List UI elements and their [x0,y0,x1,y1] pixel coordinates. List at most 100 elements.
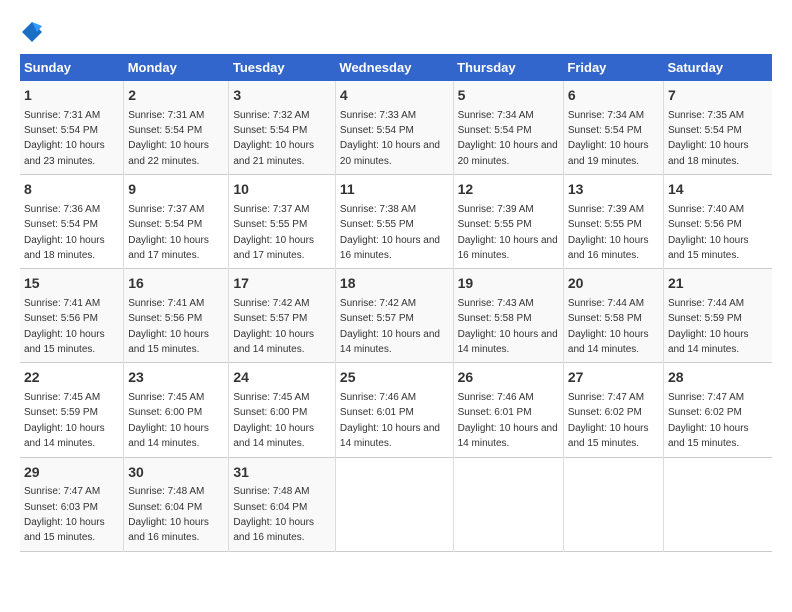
daylight-text: Daylight: 10 hours and 14 minutes. [458,423,558,449]
sunrise-text: Sunrise: 7:45 AM [24,392,100,403]
sunrise-text: Sunrise: 7:37 AM [128,204,204,215]
day-number: 20 [568,274,659,294]
weekday-header-tuesday: Tuesday [229,54,336,81]
day-number: 27 [568,368,659,388]
sunrise-text: Sunrise: 7:47 AM [24,486,100,497]
daylight-text: Daylight: 10 hours and 15 minutes. [568,423,649,449]
daylight-text: Daylight: 10 hours and 16 minutes. [340,235,440,261]
calendar-cell: 18 Sunrise: 7:42 AM Sunset: 5:57 PM Dayl… [335,269,453,363]
logo [20,20,48,44]
calendar-cell: 21 Sunrise: 7:44 AM Sunset: 5:59 PM Dayl… [663,269,772,363]
sunrise-text: Sunrise: 7:34 AM [568,110,644,121]
daylight-text: Daylight: 10 hours and 16 minutes. [458,235,558,261]
day-number: 22 [24,368,119,388]
day-number: 17 [233,274,331,294]
sunrise-text: Sunrise: 7:35 AM [668,110,744,121]
weekday-header-monday: Monday [124,54,229,81]
sunrise-text: Sunrise: 7:48 AM [128,486,204,497]
header [20,20,772,44]
sunrise-text: Sunrise: 7:41 AM [128,298,204,309]
day-number: 28 [668,368,768,388]
calendar-cell: 29 Sunrise: 7:47 AM Sunset: 6:03 PM Dayl… [20,457,124,551]
daylight-text: Daylight: 10 hours and 17 minutes. [233,235,314,261]
day-number: 14 [668,180,768,200]
day-number: 5 [458,86,559,106]
sunset-text: Sunset: 5:54 PM [668,125,742,136]
sunset-text: Sunset: 5:54 PM [24,219,98,230]
daylight-text: Daylight: 10 hours and 17 minutes. [128,235,209,261]
daylight-text: Daylight: 10 hours and 16 minutes. [568,235,649,261]
sunset-text: Sunset: 6:01 PM [458,407,532,418]
daylight-text: Daylight: 10 hours and 16 minutes. [128,517,209,543]
day-number: 7 [668,86,768,106]
calendar-cell: 6 Sunrise: 7:34 AM Sunset: 5:54 PM Dayli… [563,81,663,175]
calendar-cell: 7 Sunrise: 7:35 AM Sunset: 5:54 PM Dayli… [663,81,772,175]
day-number: 3 [233,86,331,106]
sunrise-text: Sunrise: 7:37 AM [233,204,309,215]
calendar-cell: 2 Sunrise: 7:31 AM Sunset: 5:54 PM Dayli… [124,81,229,175]
sunrise-text: Sunrise: 7:32 AM [233,110,309,121]
weekday-header-thursday: Thursday [453,54,563,81]
sunrise-text: Sunrise: 7:43 AM [458,298,534,309]
sunset-text: Sunset: 6:02 PM [668,407,742,418]
calendar-cell [563,457,663,551]
sunrise-text: Sunrise: 7:36 AM [24,204,100,215]
day-number: 29 [24,463,119,483]
calendar-cell: 4 Sunrise: 7:33 AM Sunset: 5:54 PM Dayli… [335,81,453,175]
sunset-text: Sunset: 5:54 PM [128,125,202,136]
daylight-text: Daylight: 10 hours and 14 minutes. [233,329,314,355]
day-number: 2 [128,86,224,106]
sunset-text: Sunset: 5:54 PM [24,125,98,136]
sunset-text: Sunset: 5:57 PM [340,313,414,324]
calendar-cell: 13 Sunrise: 7:39 AM Sunset: 5:55 PM Dayl… [563,175,663,269]
daylight-text: Daylight: 10 hours and 14 minutes. [128,423,209,449]
calendar-cell: 14 Sunrise: 7:40 AM Sunset: 5:56 PM Dayl… [663,175,772,269]
calendar-cell: 30 Sunrise: 7:48 AM Sunset: 6:04 PM Dayl… [124,457,229,551]
calendar-cell: 26 Sunrise: 7:46 AM Sunset: 6:01 PM Dayl… [453,363,563,457]
sunset-text: Sunset: 5:54 PM [568,125,642,136]
sunrise-text: Sunrise: 7:31 AM [128,110,204,121]
day-number: 30 [128,463,224,483]
sunset-text: Sunset: 6:02 PM [568,407,642,418]
weekday-header-sunday: Sunday [20,54,124,81]
calendar-cell: 19 Sunrise: 7:43 AM Sunset: 5:58 PM Dayl… [453,269,563,363]
sunrise-text: Sunrise: 7:40 AM [668,204,744,215]
day-number: 15 [24,274,119,294]
sunset-text: Sunset: 5:55 PM [568,219,642,230]
calendar-cell: 5 Sunrise: 7:34 AM Sunset: 5:54 PM Dayli… [453,81,563,175]
day-number: 10 [233,180,331,200]
daylight-text: Daylight: 10 hours and 18 minutes. [24,235,105,261]
daylight-text: Daylight: 10 hours and 14 minutes. [568,329,649,355]
sunset-text: Sunset: 5:54 PM [458,125,532,136]
sunrise-text: Sunrise: 7:45 AM [233,392,309,403]
sunrise-text: Sunrise: 7:33 AM [340,110,416,121]
daylight-text: Daylight: 10 hours and 15 minutes. [668,235,749,261]
day-number: 19 [458,274,559,294]
sunset-text: Sunset: 5:56 PM [128,313,202,324]
day-number: 24 [233,368,331,388]
sunrise-text: Sunrise: 7:38 AM [340,204,416,215]
calendar-cell: 28 Sunrise: 7:47 AM Sunset: 6:02 PM Dayl… [663,363,772,457]
sunrise-text: Sunrise: 7:42 AM [233,298,309,309]
daylight-text: Daylight: 10 hours and 14 minutes. [340,329,440,355]
sunset-text: Sunset: 6:00 PM [233,407,307,418]
sunrise-text: Sunrise: 7:47 AM [568,392,644,403]
weekday-header-wednesday: Wednesday [335,54,453,81]
daylight-text: Daylight: 10 hours and 16 minutes. [233,517,314,543]
sunset-text: Sunset: 5:55 PM [458,219,532,230]
day-number: 4 [340,86,449,106]
calendar-cell: 31 Sunrise: 7:48 AM Sunset: 6:04 PM Dayl… [229,457,336,551]
day-number: 26 [458,368,559,388]
sunset-text: Sunset: 6:01 PM [340,407,414,418]
calendar-cell: 9 Sunrise: 7:37 AM Sunset: 5:54 PM Dayli… [124,175,229,269]
day-number: 23 [128,368,224,388]
calendar-table: SundayMondayTuesdayWednesdayThursdayFrid… [20,54,772,552]
day-number: 1 [24,86,119,106]
calendar-week-row-3: 15 Sunrise: 7:41 AM Sunset: 5:56 PM Dayl… [20,269,772,363]
day-number: 9 [128,180,224,200]
day-number: 8 [24,180,119,200]
sunset-text: Sunset: 5:58 PM [568,313,642,324]
sunrise-text: Sunrise: 7:46 AM [458,392,534,403]
sunset-text: Sunset: 5:59 PM [24,407,98,418]
sunset-text: Sunset: 5:58 PM [458,313,532,324]
